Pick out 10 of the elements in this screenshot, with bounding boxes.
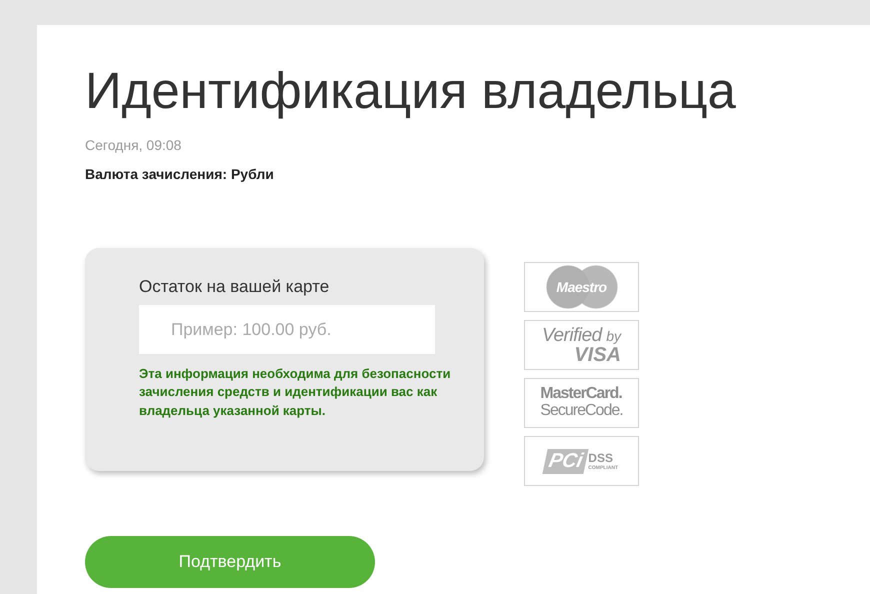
date-text: Сегодня, 09:08 — [85, 137, 182, 154]
info-note: Эта информация необходима для безопасности зачисления средств и идентификации вас как владельца указанной карты. — [139, 365, 452, 420]
payment-logo: Verified by VISA — [542, 326, 621, 365]
payment-logo: Maestro — [546, 265, 618, 310]
currency-text: Валюта зачисления: Рубли — [85, 166, 275, 182]
page-title: Идентификация владельца — [85, 61, 737, 121]
payment-logo: MasterCard. SecureCode. — [540, 386, 623, 420]
balance-input[interactable]: Пример: 100.00 руб. — [139, 305, 435, 354]
confirm-button[interactable]: Подтвердить — [85, 536, 375, 588]
field-label: Остаток на вашей карте — [139, 277, 330, 298]
